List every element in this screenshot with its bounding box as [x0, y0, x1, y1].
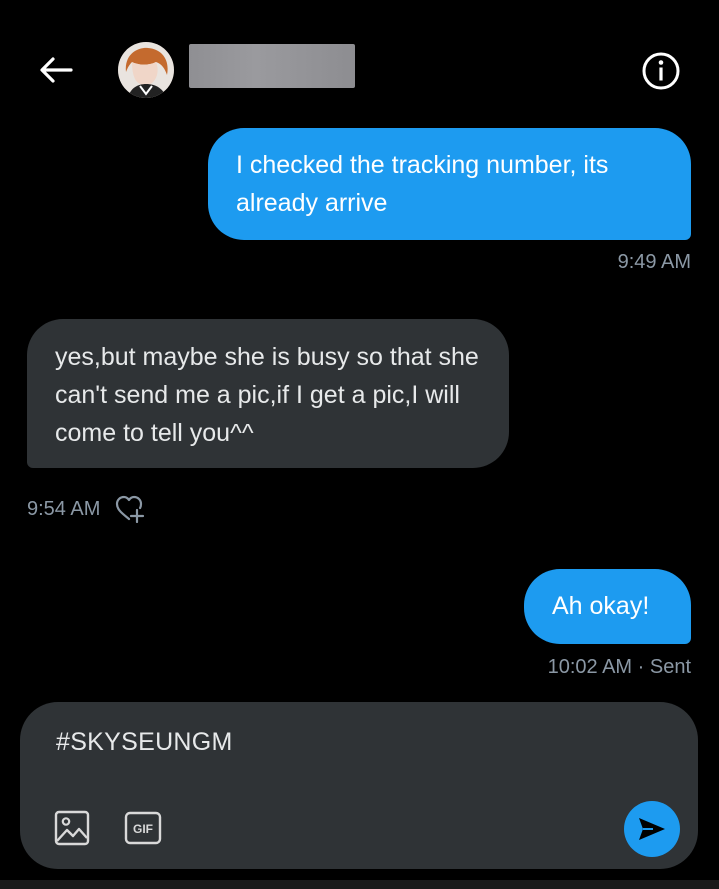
info-button[interactable] [636, 46, 686, 96]
send-icon [639, 818, 665, 840]
add-media-button[interactable] [54, 810, 90, 846]
image-icon [54, 810, 90, 846]
message-timestamp: 9:49 AM [617, 251, 691, 273]
send-button[interactable] [624, 801, 680, 857]
gif-button[interactable]: GIF [124, 810, 162, 846]
gif-icon: GIF [124, 811, 162, 845]
message-timestamp: 9:54 AM [27, 497, 101, 520]
avatar-image [118, 42, 174, 98]
gif-label: GIF [133, 822, 153, 836]
message-bubble-received[interactable]: yes,but maybe she is busy so that she ca… [27, 319, 509, 468]
message-composer: #SKYSEUNGM GIF [20, 702, 698, 869]
contact-name-redacted [189, 44, 355, 88]
message-timestamp-status: 10:02 AM · Sent [547, 656, 691, 678]
bottom-edge [0, 880, 719, 889]
avatar[interactable] [118, 42, 174, 98]
info-circle-icon [642, 52, 680, 90]
heart-plus-icon [116, 495, 145, 523]
arrow-left-icon [40, 57, 73, 83]
message-bubble-sent[interactable]: Ah okay! [524, 569, 691, 644]
add-reaction-button[interactable] [114, 493, 146, 525]
message-input[interactable]: #SKYSEUNGM [56, 728, 233, 757]
message-meta-row: 9:54 AM [27, 493, 146, 525]
message-bubble-sent[interactable]: I checked the tracking number, its alrea… [208, 128, 691, 240]
conversation-header [0, 0, 719, 120]
back-button[interactable] [34, 48, 78, 92]
